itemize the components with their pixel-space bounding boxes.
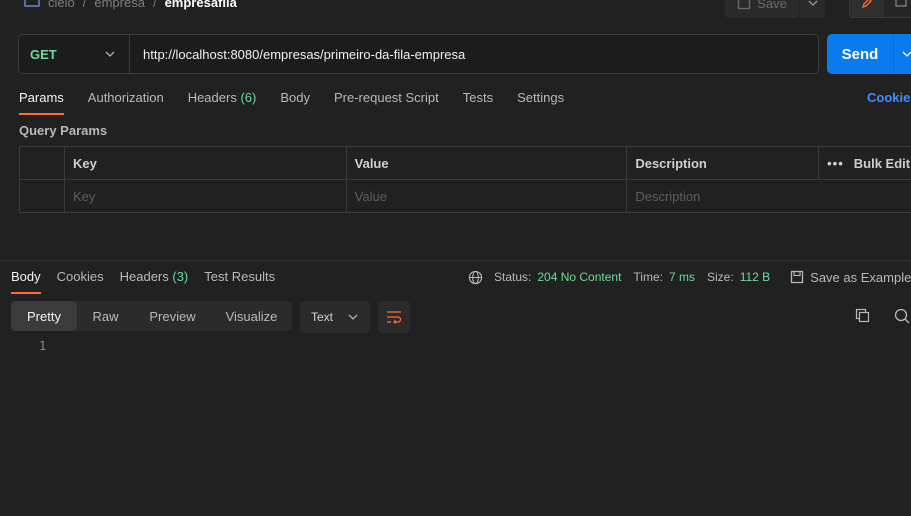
headers-count: (3) [172, 269, 189, 284]
key-input[interactable]: Key [65, 180, 347, 213]
edit-comments-toggle[interactable] [849, 0, 911, 18]
copy-icon[interactable] [855, 308, 870, 323]
description-header: Description [627, 147, 820, 179]
request-url-bar: GET http://localhost:8080/empresas/prime… [18, 34, 819, 74]
chevron-down-icon [348, 314, 358, 320]
tab-tests[interactable]: Tests [463, 90, 493, 114]
http-request-icon [24, 0, 40, 7]
breadcrumb-separator: / [82, 0, 87, 10]
query-params-table: Key Value Description ••• Bulk Edit Key … [19, 146, 911, 213]
tab-response-body[interactable]: Body [11, 269, 41, 294]
tab-pre-request-script[interactable]: Pre-request Script [334, 90, 439, 114]
send-button[interactable]: Send [827, 34, 911, 74]
time-label: Time: [633, 270, 663, 284]
tab-body[interactable]: Body [280, 90, 310, 114]
comments-icon[interactable] [884, 0, 911, 17]
method-select[interactable]: GET [19, 35, 130, 73]
tab-params[interactable]: Params [19, 90, 64, 115]
request-name[interactable]: empresafila [165, 0, 237, 10]
search-icon[interactable] [894, 308, 910, 324]
save-label: Save [757, 0, 787, 11]
tab-test-results[interactable]: Test Results [204, 269, 275, 293]
bulk-edit-label: Bulk Edit [853, 155, 911, 171]
chevron-down-icon[interactable] [902, 51, 911, 57]
size-value[interactable]: 112 B [740, 270, 770, 284]
tab-label: Tests [462, 90, 494, 105]
tab-label: Pre-request Script [333, 90, 439, 105]
url-input[interactable]: http://localhost:8080/empresas/primeiro-… [130, 47, 465, 62]
table-header-row: Key Value Description ••• Bulk Edit [20, 147, 911, 180]
edit-icon[interactable] [850, 0, 884, 17]
send-label: Send [841, 45, 879, 63]
line-number: 1 [39, 339, 47, 353]
chevron-down-icon [808, 0, 817, 6]
view-preview[interactable]: Preview [134, 301, 211, 331]
tab-headers[interactable]: Headers (6) [188, 90, 257, 114]
wrap-lines-button[interactable] [378, 301, 410, 333]
bulk-edit-button[interactable]: ••• Bulk Edit [819, 147, 911, 179]
size-label: Size: [707, 270, 734, 284]
view-visualize[interactable]: Visualize [211, 301, 292, 331]
pane-divider[interactable] [0, 260, 911, 261]
tab-label: Test Results [204, 269, 276, 284]
wrap-lines-icon [387, 311, 402, 324]
tab-label: Cookies [56, 269, 104, 284]
value-header: Value [347, 147, 628, 179]
request-tabs: Params Authorization Headers (6) Body Pr… [19, 90, 588, 115]
tab-label: Authorization [87, 90, 164, 105]
breadcrumb-item[interactable]: empresa [94, 0, 145, 10]
more-icon[interactable]: ••• [827, 156, 844, 171]
breadcrumb-item[interactable]: cielo [48, 0, 75, 10]
tab-label: Params [19, 90, 64, 105]
tab-label: Headers [187, 90, 237, 105]
tab-response-headers[interactable]: Headers (3) [120, 269, 189, 293]
save-icon [738, 0, 751, 10]
tab-response-cookies[interactable]: Cookies [57, 269, 104, 293]
save-button[interactable]: Save [725, 0, 799, 18]
send-divider [893, 34, 894, 74]
format-label: Text [311, 310, 334, 324]
tab-label: Body [280, 90, 310, 105]
value-input[interactable]: Value [347, 180, 628, 213]
tab-settings[interactable]: Settings [517, 90, 564, 114]
tab-label: Body [11, 269, 41, 284]
format-select[interactable]: Text [300, 301, 370, 333]
save-example-button[interactable]: Save as Example [790, 270, 911, 285]
query-params-title: Query Params [19, 123, 108, 138]
view-pretty[interactable]: Pretty [11, 301, 77, 331]
cookies-link[interactable]: Cookies [867, 90, 911, 105]
globe-icon[interactable] [468, 270, 483, 285]
breadcrumb: cielo / empresa / empresafila [24, 0, 237, 10]
save-example-label: Save as Example [810, 269, 911, 285]
view-raw[interactable]: Raw [77, 301, 134, 331]
chevron-down-icon [105, 51, 115, 57]
status-value[interactable]: 204 No Content [537, 270, 621, 284]
description-input[interactable]: Description [627, 180, 911, 213]
table-row: Key Value Description [20, 180, 911, 213]
time-value[interactable]: 7 ms [669, 270, 695, 284]
checkbox-column [20, 147, 65, 179]
breadcrumb-separator: / [152, 0, 157, 10]
status-label: Status: [494, 270, 532, 284]
method-label: GET [30, 46, 57, 62]
tab-label: Settings [517, 90, 565, 105]
headers-count: (6) [240, 90, 257, 105]
response-tabs: Body Cookies Headers (3) Test Results [11, 269, 291, 294]
response-view-toggle: Pretty Raw Preview Visualize [11, 301, 292, 331]
save-icon [791, 270, 804, 284]
save-options-button[interactable] [799, 0, 825, 18]
row-checkbox [20, 180, 65, 213]
response-status-bar: Status: 204 No Content Time: 7 ms Size: … [468, 269, 911, 285]
tab-authorization[interactable]: Authorization [88, 90, 164, 114]
key-header: Key [65, 147, 347, 179]
tab-label: Headers [119, 269, 169, 284]
